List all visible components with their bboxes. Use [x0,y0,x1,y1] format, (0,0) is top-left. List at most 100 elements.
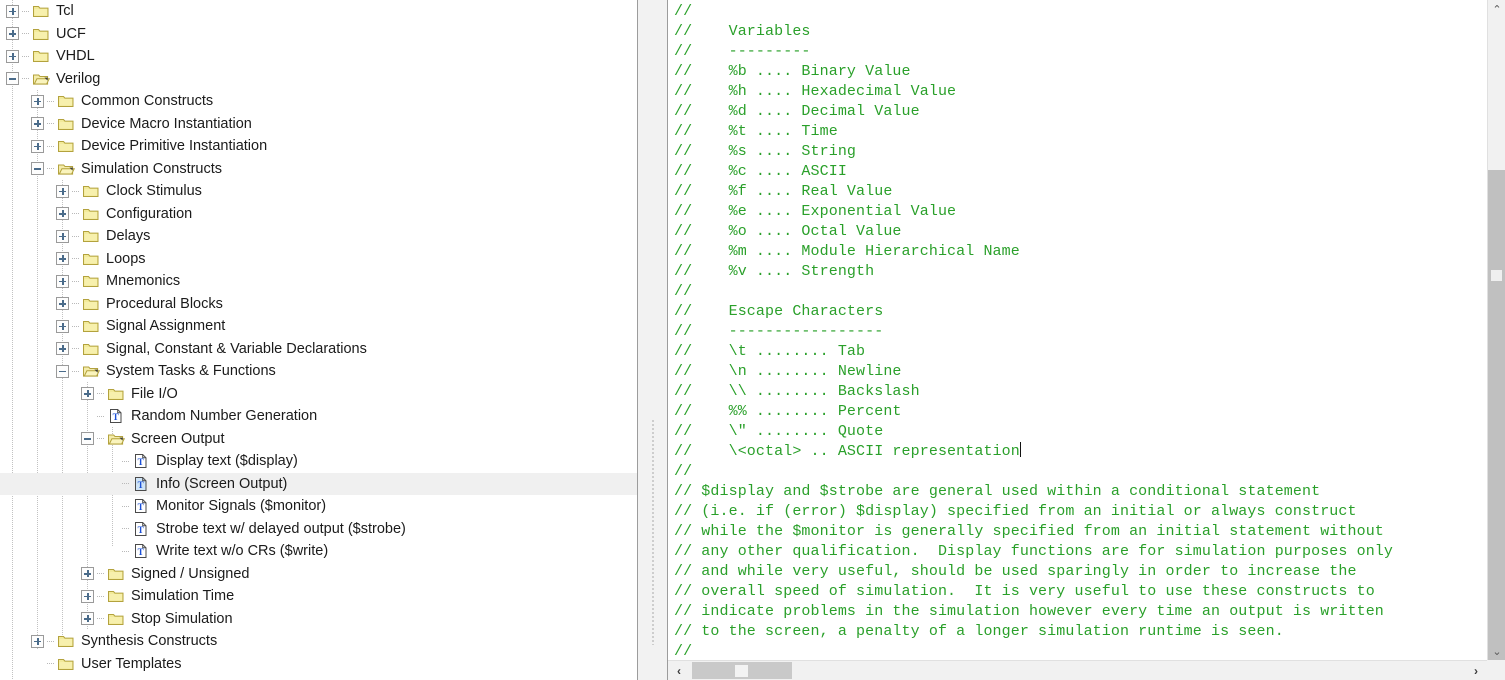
code-line: // %v .... Strength [674,263,875,280]
tree-item-synthesis-constructs[interactable]: Synthesis Constructs [0,630,637,653]
template-code-text[interactable]: // // Variables // --------- // %b .... Bin… [668,0,1487,660]
tree-item-label: UCF [56,25,86,42]
tree-item-common-constructs[interactable]: Common Constructs [0,90,637,113]
tree-item-file-i-o[interactable]: File I/O [0,383,637,406]
svg-text:T: T [138,457,144,467]
tree-item-signal-assignment[interactable]: Signal Assignment [0,315,637,338]
vertical-thumb-grip [1491,270,1502,281]
tree-expand-plus-icon[interactable] [81,589,94,603]
tree-expand-plus-icon[interactable] [31,634,44,648]
tree-item-label: Configuration [106,205,193,222]
tree-expand-plus-icon[interactable] [56,184,69,198]
tree-item-simulation-constructs[interactable]: Simulation Constructs [0,158,637,181]
tree-expand-plus-icon[interactable] [6,4,19,18]
tree-item-clock-stimulus[interactable]: Clock Stimulus [0,180,637,203]
tree-expand-plus-icon[interactable] [56,207,69,221]
tree-item-label: Simulation Time [131,588,235,604]
scroll-up-arrow-icon[interactable]: ⌃ [1488,0,1505,18]
tree-expand-plus-icon[interactable] [56,319,69,333]
code-line: // %s .... String [674,143,857,160]
code-line: // %f .... Real Value [674,183,893,200]
tree-item-label: Display text ($display) [156,453,298,469]
tree-expand-plus-icon[interactable] [81,387,94,401]
tree-item-label: Device Macro Instantiation [81,115,252,132]
tree-item-system-tasks-functions[interactable]: System Tasks & Functions [0,360,637,383]
tree-connector-line [97,415,105,417]
tree-item-label: Procedural Blocks [106,295,223,312]
tree-item-loops[interactable]: Loops [0,248,637,271]
tree-item-configuration[interactable]: Configuration [0,203,637,226]
code-line: // \n ........ Newline [674,363,902,380]
tree-expand-plus-icon[interactable] [6,49,19,63]
tree-item-mnemonics[interactable]: Mnemonics [0,270,637,293]
template-preview-pane[interactable]: // // Variables // --------- // %b .... Bin… [668,0,1505,680]
tree-item-stop-simulation[interactable]: Stop Simulation [0,608,637,631]
tree-item-device-macro-instantiation[interactable]: Device Macro Instantiation [0,113,637,136]
tree-item-signed-unsigned[interactable]: Signed / Unsigned [0,563,637,586]
text-caret [1019,442,1021,457]
tree-connector-line [97,595,105,597]
code-line: // [674,643,693,660]
code-line: // Variables [674,23,811,40]
tree-connector-line [122,550,130,552]
tree-connector-line [47,168,55,170]
tree-item-user-templates[interactable]: User Templates [0,653,637,676]
tree-item-verilog[interactable]: Verilog [0,68,637,91]
tree-item-display-text-display[interactable]: T Display text ($display) [0,450,637,473]
scroll-down-arrow-icon[interactable]: ⌄ [1488,642,1505,660]
tree-item-label: System Tasks & Functions [106,363,276,379]
tree-item-procedural-blocks[interactable]: Procedural Blocks [0,293,637,316]
tree-expand-plus-icon[interactable] [56,342,69,356]
tree-item-info-screen-output[interactable]: T Info (Screen Output) [0,472,637,495]
tree-collapse-minus-icon[interactable] [56,364,69,378]
tree-collapse-minus-icon[interactable] [6,72,19,86]
tree-item-monitor-signals-monitor[interactable]: T Monitor Signals ($monitor) [0,495,637,518]
code-vertical-scrollbar[interactable]: ⌃ ⌄ [1487,0,1505,670]
tree-expand-plus-icon[interactable] [56,229,69,243]
code-line: // to the screen, a penalty of a longer … [674,623,1284,640]
tree-item-tcl[interactable]: Tcl [0,0,637,23]
tree-item-label: Stop Simulation [131,610,233,627]
tree-connector-line [47,663,55,665]
folder-closed-icon [82,296,100,312]
tree-item-label: Loops [106,250,146,267]
tree-item-write-text-w-o-crs-write[interactable]: T Write text w/o CRs ($write) [0,540,637,563]
tree-item-strobe-text-w-delayed-output-strobe[interactable]: T Strobe text w/ delayed output ($strobe) [0,518,637,541]
tree-item-vhdl[interactable]: VHDL [0,45,637,68]
tree-item-screen-output[interactable]: Screen Output [0,428,637,451]
tree-expand-plus-icon[interactable] [56,274,69,288]
tree-expand-plus-icon[interactable] [81,612,94,626]
tree-item-label: Tcl [56,3,74,19]
folder-closed-icon [57,633,75,649]
tree-expand-plus-icon[interactable] [81,567,94,581]
tree-item-label: Signed / Unsigned [131,565,250,582]
tree-item-simulation-time[interactable]: Simulation Time [0,585,637,608]
tree-expand-plus-icon[interactable] [31,117,44,131]
tree-item-signal-constant-variable-declarations[interactable]: Signal, Constant & Variable Declarations [0,338,637,361]
folder-closed-icon [32,48,50,64]
scroll-left-arrow-icon[interactable]: ‹ [670,661,688,680]
pane-splitter[interactable] [637,0,668,680]
tree-connector-line [97,393,105,395]
language-templates-tree[interactable]: Tcl UCF VHDL Verilog Common Constructs Device… [0,0,637,680]
tree-item-label: Strobe text w/ delayed output ($strobe) [156,520,406,537]
tree-expand-plus-icon[interactable] [31,94,44,108]
tree-expand-plus-icon[interactable] [56,252,69,266]
tree-collapse-minus-icon[interactable] [81,432,94,446]
tree-item-delays[interactable]: Delays [0,225,637,248]
horizontal-scrollbar-thumb[interactable] [692,662,792,679]
tree-expand-plus-icon[interactable] [56,297,69,311]
scroll-right-arrow-icon[interactable]: › [1467,661,1485,680]
tree-collapse-minus-icon[interactable] [31,162,44,176]
tree-item-device-primitive-instantiation[interactable]: Device Primitive Instantiation [0,135,637,158]
folder-closed-icon [82,228,100,244]
vertical-scrollbar-thumb[interactable] [1488,170,1505,670]
tree-item-random-number-generation[interactable]: T Random Number Generation [0,405,637,428]
tree-item-ucf[interactable]: UCF [0,23,637,46]
tree-connector-line [72,213,80,215]
tree-expand-plus-icon[interactable] [6,27,19,41]
tree-expand-plus-icon[interactable] [31,139,44,153]
code-horizontal-scrollbar[interactable]: ‹ › [668,660,1487,680]
